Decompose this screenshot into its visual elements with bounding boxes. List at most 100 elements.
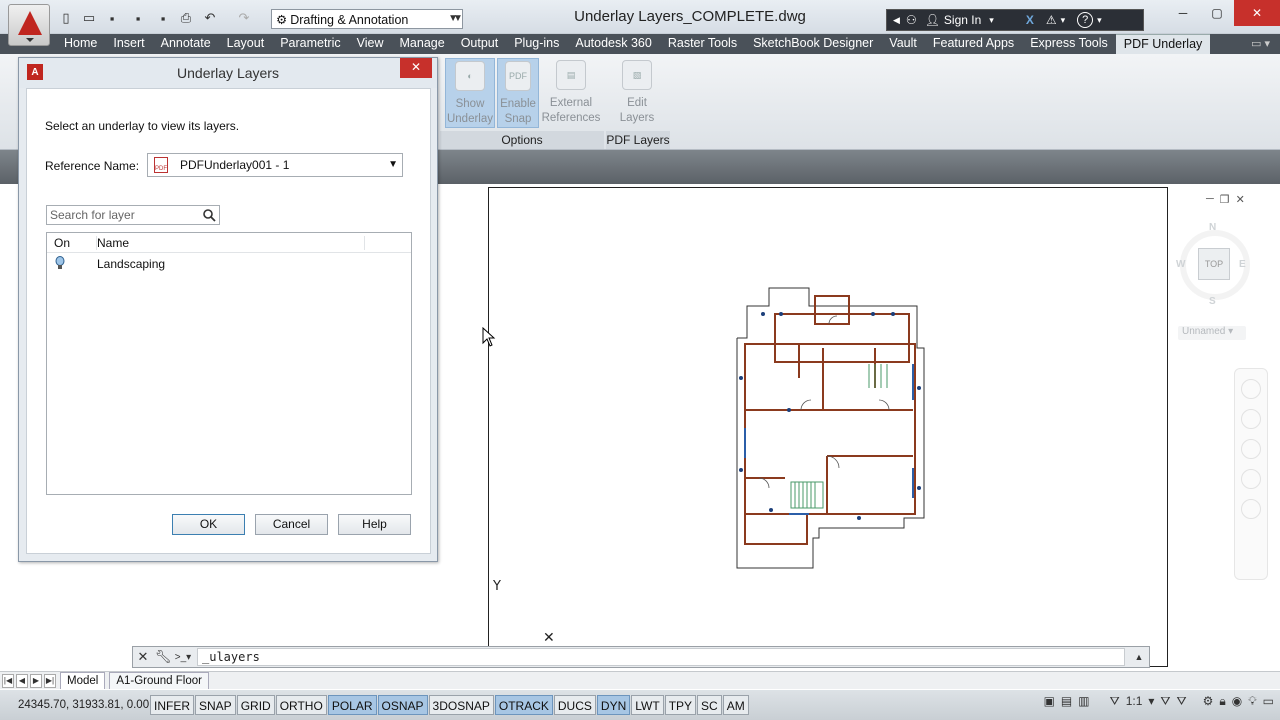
autodesk-360-icon[interactable]: ⚠︎ xyxy=(1046,13,1057,27)
tab-featured-apps[interactable]: Featured Apps xyxy=(925,34,1022,54)
open-folder-icon[interactable]: ▭ xyxy=(81,10,97,26)
isolate-objects-icon[interactable]: 💡︎ xyxy=(1248,694,1256,709)
toggle-grid[interactable]: GRID xyxy=(236,695,275,715)
undo-icon[interactable]: ↶ xyxy=(202,10,218,26)
panel-label-options[interactable]: Options xyxy=(440,131,604,149)
save-as-icon[interactable]: ▪ xyxy=(130,10,146,26)
tab-annotate[interactable]: Annotate xyxy=(153,34,219,54)
lock-icon[interactable]: 🔒︎ xyxy=(1219,694,1225,709)
chevron-up-icon[interactable]: ▲ xyxy=(1129,648,1149,666)
toggle-osnap[interactable]: OSNAP xyxy=(377,695,428,715)
help-button[interactable]: Help xyxy=(338,514,411,535)
command-input[interactable]: _ulayers xyxy=(197,648,1125,666)
next-tab-icon[interactable]: ▶ xyxy=(30,673,42,688)
tab-output[interactable]: Output xyxy=(453,34,507,54)
layer-row[interactable]: Landscaping xyxy=(47,253,411,275)
chevron-down-icon[interactable]: ▾ xyxy=(989,15,994,26)
edit-layers-button[interactable]: ▧ Edit Layers xyxy=(612,58,662,128)
exchange-apps-icon[interactable]: X xyxy=(1026,13,1034,27)
ok-button[interactable]: OK xyxy=(172,514,245,535)
workspace-switching-icon[interactable]: ⚙ xyxy=(1203,694,1214,709)
close-icon[interactable]: ✕ xyxy=(133,648,153,666)
compass-south[interactable]: S xyxy=(1209,296,1216,307)
ucs-menu[interactable]: Unnamed ▾ xyxy=(1178,326,1246,340)
panel-label-pdf-layers[interactable]: PDF Layers xyxy=(606,131,670,149)
tab-autodesk-360[interactable]: Autodesk 360 xyxy=(567,34,659,54)
hardware-acceleration-icon[interactable]: ◉ xyxy=(1232,694,1242,709)
chevron-down-icon[interactable]: ▾ xyxy=(1148,694,1154,709)
show-underlay-button[interactable]: ◐ Show Underlay xyxy=(445,58,495,128)
toggle-polar[interactable]: POLAR xyxy=(327,695,377,715)
compass-north[interactable]: N xyxy=(1209,222,1216,233)
tab-view[interactable]: View xyxy=(349,34,392,54)
toggle-otrack[interactable]: OTRACK xyxy=(494,695,553,715)
tab-express-tools[interactable]: Express Tools xyxy=(1022,34,1116,54)
steering-wheel-icon[interactable] xyxy=(1241,379,1261,399)
enable-snap-button[interactable]: PDF Enable Snap xyxy=(497,58,539,128)
compass-west[interactable]: W xyxy=(1176,259,1185,270)
reference-name-dropdown[interactable]: PDF PDFUnderlay001 - 1 ▼ xyxy=(147,153,403,177)
maximize-icon[interactable]: ▢ xyxy=(1200,0,1234,26)
tab-raster-tools[interactable]: Raster Tools xyxy=(660,34,745,54)
zoom-icon[interactable] xyxy=(1241,439,1261,459)
tab-home[interactable]: Home xyxy=(56,34,105,54)
ribbon-minimize-icon[interactable]: ▭ ▾ xyxy=(1251,37,1270,50)
tab-parametric[interactable]: Parametric xyxy=(272,34,348,54)
tab-plug-ins[interactable]: Plug-ins xyxy=(506,34,567,54)
minimize-icon[interactable]: ─ xyxy=(1166,0,1200,26)
toggle-snap[interactable]: SNAP xyxy=(195,695,236,715)
close-icon[interactable]: ✕ xyxy=(400,58,432,78)
clean-screen-icon[interactable]: ▭ xyxy=(1263,694,1274,709)
auto-scale-icon[interactable]: ⛛ xyxy=(1177,694,1187,709)
paper-space-icon[interactable]: ▣ xyxy=(1044,694,1055,709)
chevron-down-icon[interactable]: ▾ xyxy=(1061,15,1066,26)
tab-layout[interactable]: Layout xyxy=(219,34,273,54)
minimize-icon[interactable]: ─ xyxy=(1206,193,1214,206)
coordinates-readout[interactable]: 24345.70, 31933.81, 0.00 xyxy=(0,694,150,716)
sign-in-link[interactable]: Sign In xyxy=(944,13,981,27)
customize-qat-icon[interactable]: ▼ xyxy=(450,10,466,26)
save-to-cloud-icon[interactable]: ▪ xyxy=(155,10,171,26)
toggle-ortho[interactable]: ORTHO xyxy=(275,695,327,715)
chevron-down-icon[interactable]: ▾ xyxy=(1097,15,1102,26)
showmotion-icon[interactable] xyxy=(1241,499,1261,519)
layer-on-toggle[interactable] xyxy=(47,255,97,273)
first-tab-icon[interactable]: |◀ xyxy=(2,673,14,688)
annotation-visibility-icon[interactable]: ⛛ xyxy=(1160,694,1170,709)
orbit-icon[interactable] xyxy=(1241,469,1261,489)
toggle-lwt[interactable]: LWT xyxy=(631,695,664,715)
cancel-button[interactable]: Cancel xyxy=(255,514,328,535)
last-tab-icon[interactable]: ▶| xyxy=(44,673,56,688)
toggle-am[interactable]: AM xyxy=(722,695,749,715)
toggle-ducs[interactable]: DUCS xyxy=(553,695,596,715)
close-icon[interactable]: ✕ xyxy=(1236,193,1245,206)
tab-insert[interactable]: Insert xyxy=(105,34,152,54)
column-header-name[interactable]: Name xyxy=(97,235,365,250)
search-arrow-icon[interactable]: ◀ xyxy=(893,15,900,26)
print-icon[interactable]: ⎙ xyxy=(178,10,194,26)
toggle-tpy[interactable]: TPY xyxy=(664,695,697,715)
quick-view-drawings-icon[interactable]: ▥ xyxy=(1078,694,1089,709)
tab-a1-ground-floor[interactable]: A1-Ground Floor xyxy=(109,672,209,689)
restore-icon[interactable]: ❐ xyxy=(1220,193,1230,206)
quick-view-layouts-icon[interactable]: ▤ xyxy=(1061,694,1072,709)
workspace-dropdown[interactable]: ⚙ Drafting & Annotation ▼ xyxy=(271,9,463,29)
application-menu-button[interactable] xyxy=(8,4,50,46)
toggle-3dosnap[interactable]: 3DOSNAP xyxy=(428,695,494,715)
column-header-on[interactable]: On xyxy=(47,235,97,250)
wrench-icon[interactable]: 🔧︎ xyxy=(153,648,173,666)
tab-model[interactable]: Model xyxy=(60,672,106,689)
tab-vault[interactable]: Vault xyxy=(881,34,925,54)
save-icon[interactable]: ▪ xyxy=(104,10,120,26)
search-icon[interactable] xyxy=(202,208,216,222)
pan-icon[interactable] xyxy=(1241,409,1261,429)
viewcube[interactable]: N W E S TOP xyxy=(1176,222,1266,342)
toggle-dyn[interactable]: DYN xyxy=(596,695,631,715)
binoculars-icon[interactable]: ⚇ xyxy=(906,13,917,27)
toggle-sc[interactable]: SC xyxy=(697,695,722,715)
prev-tab-icon[interactable]: ◀ xyxy=(16,673,28,688)
new-file-icon[interactable]: ▯ xyxy=(58,10,74,26)
tab-pdf-underlay[interactable]: PDF Underlay xyxy=(1115,34,1211,54)
close-icon[interactable]: ✕ xyxy=(1234,0,1280,26)
compass-east[interactable]: E xyxy=(1239,259,1246,270)
